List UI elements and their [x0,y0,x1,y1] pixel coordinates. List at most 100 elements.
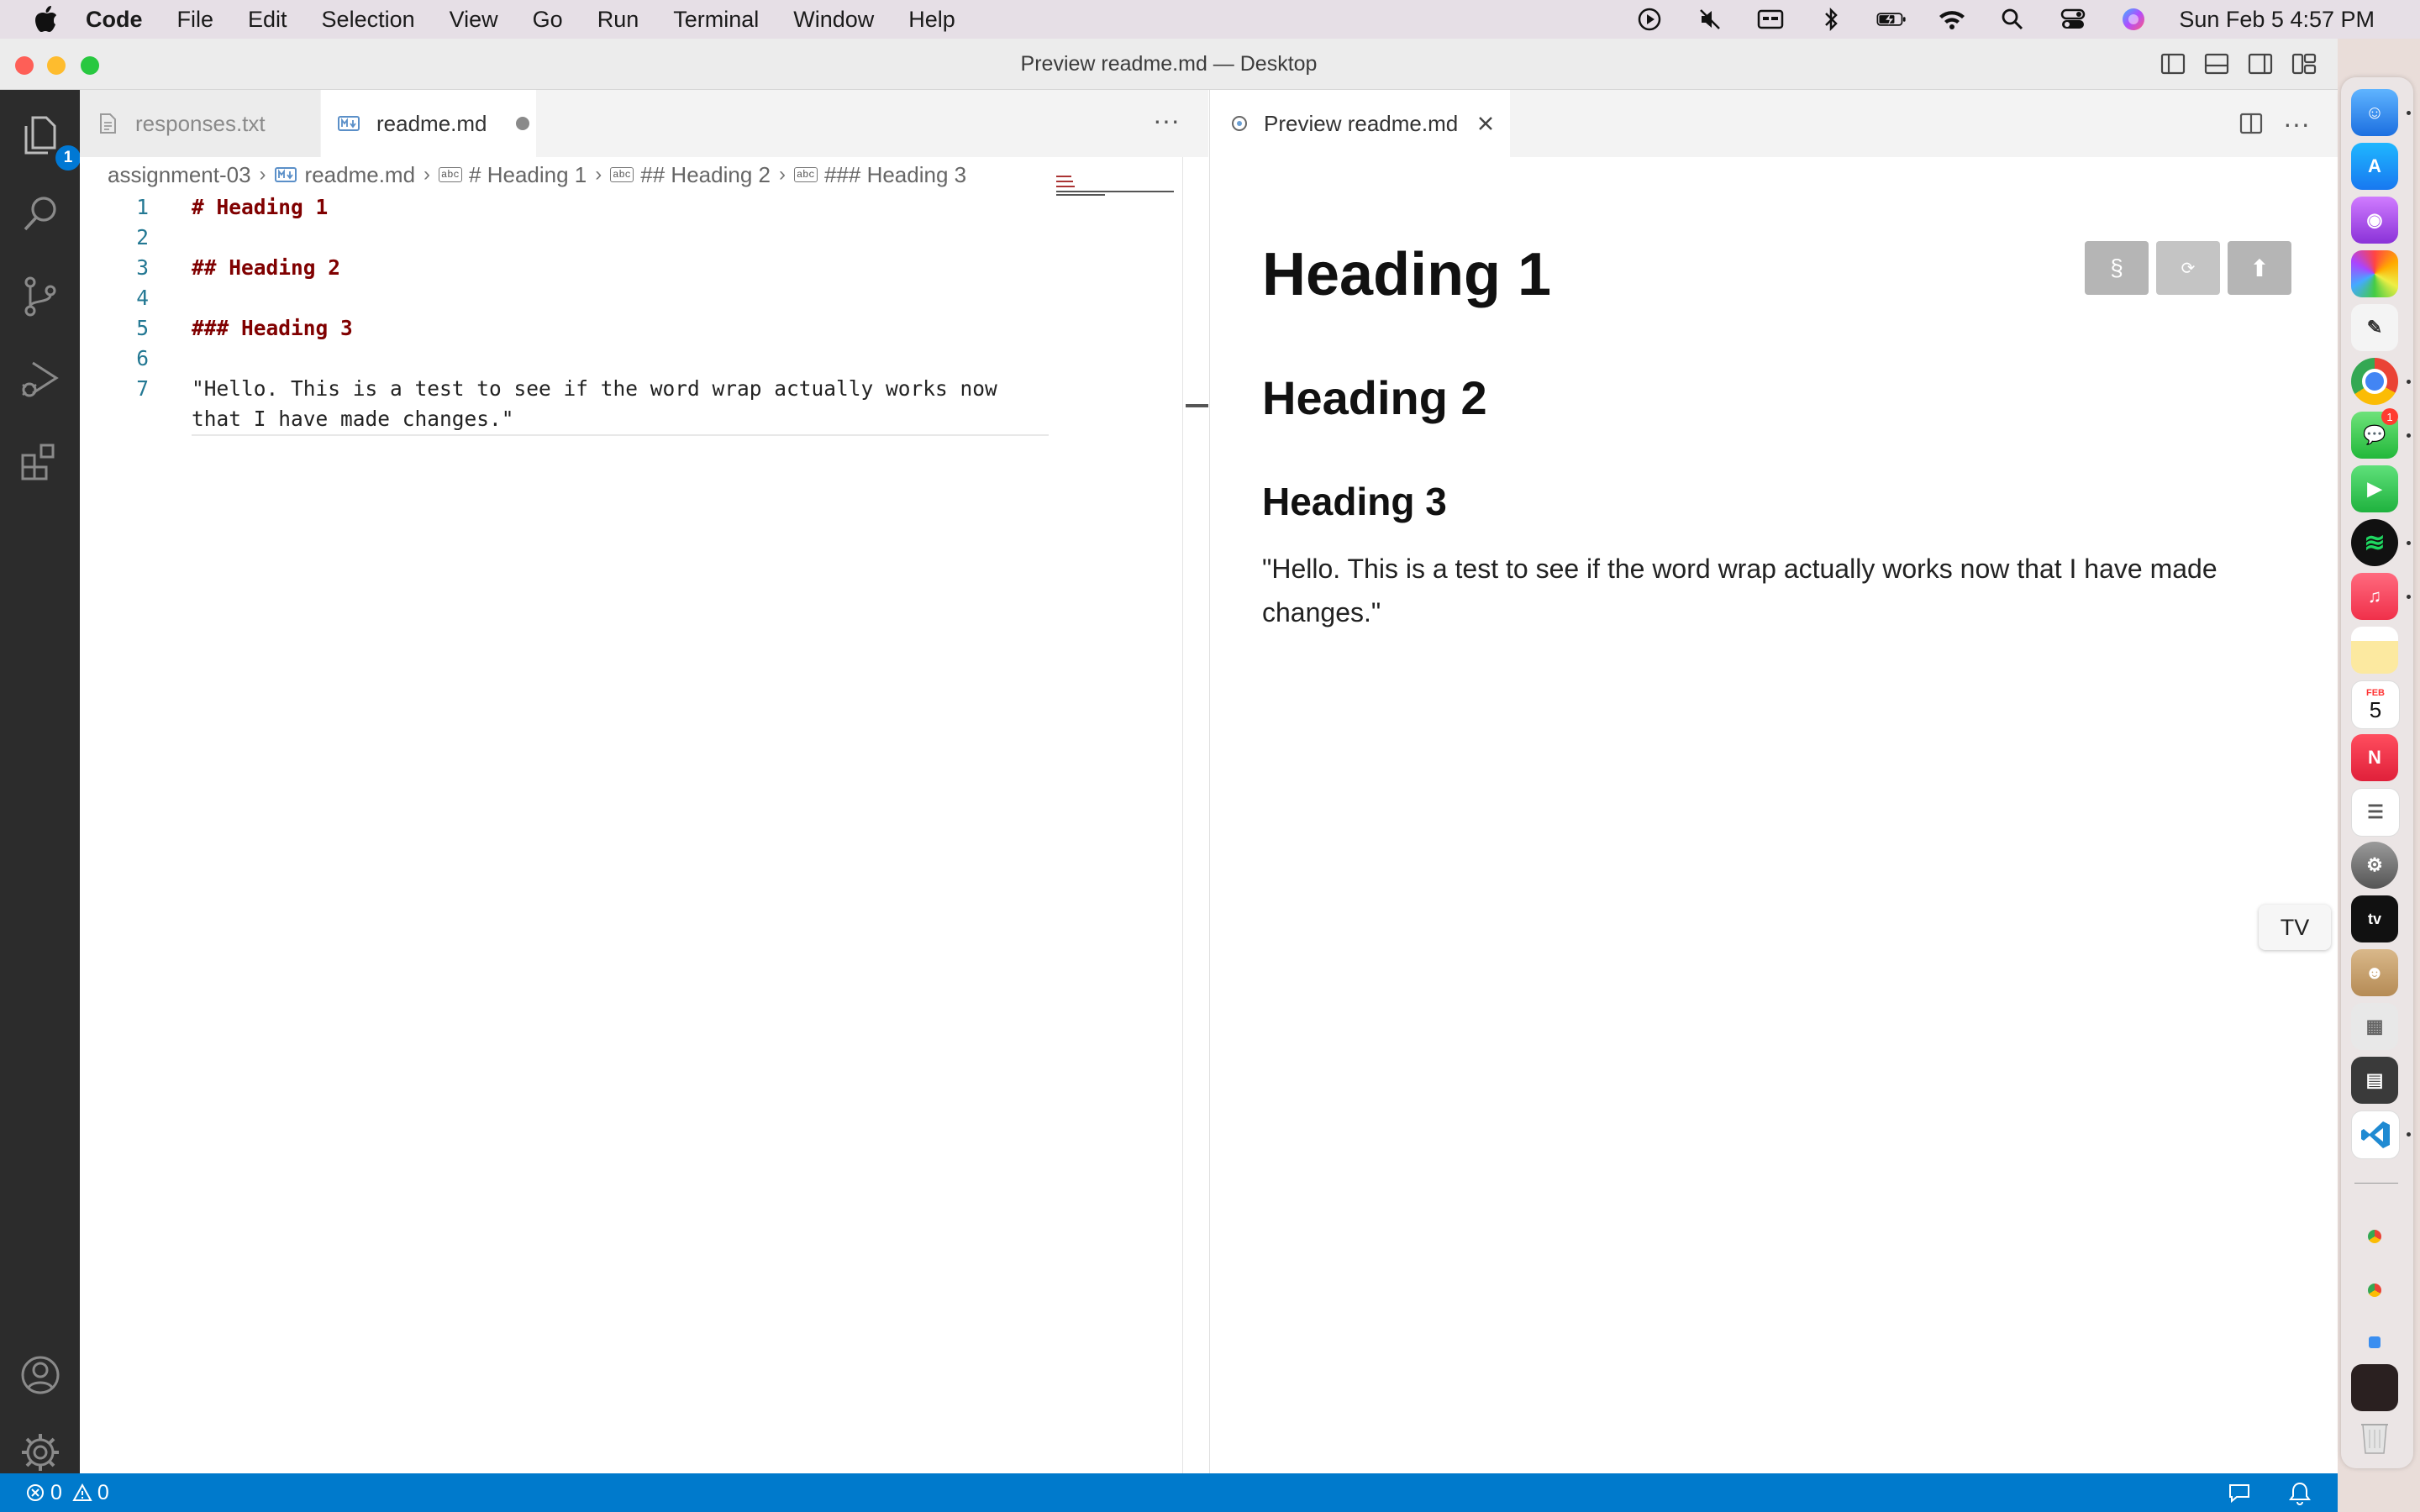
apple-tv-icon[interactable]: tv [2351,895,2398,942]
facetime-icon[interactable]: ▶ [2351,465,2398,512]
minimized-window-thumbnail-icon[interactable] [2351,1364,2398,1411]
feedback-icon[interactable] [2227,1480,2252,1505]
chrome-window-thumbnail-icon[interactable] [2351,1267,2398,1314]
launchpad-icon[interactable]: ▦ [2351,1003,2398,1050]
siri-icon[interactable] [2118,7,2149,32]
system-settings-icon[interactable]: ⚙ [2351,842,2398,889]
breadcrumb-folder[interactable]: assignment-03 [108,162,251,188]
tab-readme-md[interactable]: readme.md [321,90,536,157]
scrollbar-track[interactable] [1182,157,1183,1473]
breadcrumb-heading-3[interactable]: ### Heading 3 [824,162,966,188]
photos-icon[interactable] [2351,250,2398,297]
line-text: "Hello. This is a test to see if the wor… [192,376,997,401]
music-icon[interactable]: ♫ [2351,573,2398,620]
menu-bar-clock[interactable]: Sun Feb 5 4:57 PM [2179,7,2375,33]
finder-window-thumbnail-icon[interactable] [2351,1319,2398,1366]
editor-group-left: responses.txt readme.md ··· assignment-0… [80,90,1208,1473]
app-store-icon[interactable]: A [2351,143,2398,190]
line-number: 5 [136,316,149,340]
breadcrumb-heading-1[interactable]: # Heading 1 [469,162,587,188]
menu-window[interactable]: Window [793,7,874,33]
breadcrumb-heading-2[interactable]: ## Heading 2 [640,162,771,188]
window-maximize-button[interactable] [81,56,99,75]
textedit-icon[interactable]: ✎ [2351,304,2398,351]
search-icon[interactable] [17,191,64,238]
notes-icon[interactable] [2351,627,2398,674]
calendar-icon[interactable]: FEB 5 [2351,680,2400,729]
running-indicator [2407,1132,2411,1137]
control-center-icon[interactable] [2058,7,2088,32]
layout-controls [2143,50,2317,77]
minimap[interactable] [1056,174,1182,207]
markdown-preview: Heading 1 Heading 2 Heading 3 "Hello. Th… [1262,224,2296,634]
play-circle-icon[interactable] [1634,7,1665,32]
spotify-icon[interactable]: ≋ [2351,519,2398,566]
code-line-wrapped[interactable]: that I have made changes." [80,404,1181,436]
spotlight-search-icon[interactable] [1997,7,2028,32]
source-control-icon[interactable] [17,273,64,320]
line-text: # Heading 1 [192,195,329,219]
news-icon[interactable]: N [2351,734,2398,781]
contacts-icon[interactable]: ☻ [2351,949,2398,996]
preview-heading-3: Heading 3 [1262,480,1447,523]
menu-terminal[interactable]: Terminal [673,7,759,33]
scrollbar-cursor-marker [1186,404,1208,407]
run-and-debug-icon[interactable] [17,355,64,402]
extensions-icon[interactable] [17,438,64,485]
editor-tab-bar: responses.txt readme.md ··· [80,90,1208,157]
bluetooth-icon[interactable] [1816,7,1846,32]
code-editor[interactable]: 1 # Heading 1 2 3 ## Heading 2 4 5 ### H… [80,192,1181,1452]
podcasts-icon[interactable]: ◉ [2351,197,2398,244]
tab-preview-readme[interactable]: Preview readme.md [1210,90,1510,157]
code-line[interactable]: 3 ## Heading 2 [80,253,1181,283]
code-line[interactable]: 2 [80,223,1181,253]
settings-gear-icon[interactable] [17,1429,64,1476]
apple-menu-icon[interactable] [32,5,60,34]
problems-indicator[interactable]: 0 0 [25,1481,109,1505]
customize-layout-icon[interactable] [2291,50,2317,77]
string-symbol-icon: abc [793,165,818,184]
account-icon[interactable] [17,1352,64,1399]
menu-app-code[interactable]: Code [86,7,143,33]
menu-go[interactable]: Go [533,7,563,33]
code-line[interactable]: 5 ### Heading 3 [80,313,1181,344]
split-editor-icon[interactable] [2236,108,2266,139]
activity-bar: 1 [0,90,81,1476]
caption-icon[interactable] [1755,7,1786,32]
close-icon[interactable] [1475,113,1497,134]
more-actions-icon[interactable]: ··· [1151,107,1181,139]
finder-icon[interactable]: ☺ [2351,89,2398,136]
unsaved-changes-dot-icon[interactable] [515,117,529,130]
menu-run[interactable]: Run [597,7,639,33]
menu-view[interactable]: View [450,7,498,33]
wifi-icon[interactable] [1937,7,1967,32]
code-line[interactable]: 6 [80,344,1181,374]
code-line[interactable]: 4 [80,283,1181,313]
window-close-button[interactable] [15,56,34,75]
menu-file[interactable]: File [177,7,214,33]
menu-help[interactable]: Help [908,7,955,33]
running-indicator [2407,595,2411,599]
notifications-bell-icon[interactable] [2287,1480,2312,1505]
toggle-secondary-sidebar-icon[interactable] [2247,50,2274,77]
chrome-icon[interactable] [2351,358,2398,405]
toggle-panel-icon[interactable] [2203,50,2230,77]
mute-icon[interactable] [1695,7,1725,32]
chrome-window-thumbnail-icon[interactable] [2351,1213,2398,1260]
calculator-icon[interactable]: ▤ [2351,1057,2398,1104]
battery-icon[interactable] [1876,7,1907,32]
reminders-icon[interactable]: ☰ [2351,788,2400,837]
trash-icon[interactable] [2351,1413,2398,1460]
code-line[interactable]: 1 # Heading 1 [80,192,1181,223]
vscode-icon[interactable] [2351,1110,2400,1159]
code-line[interactable]: 7 "Hello. This is a test to see if the w… [80,374,1181,404]
toggle-primary-sidebar-icon[interactable] [2160,50,2186,77]
more-actions-icon[interactable]: ··· [2281,108,2312,139]
menu-edit[interactable]: Edit [248,7,287,33]
explorer-files-icon[interactable]: 1 [17,112,81,171]
window-minimize-button[interactable] [47,56,66,75]
breadcrumb-file[interactable]: readme.md [305,162,416,188]
menu-selection[interactable]: Selection [322,7,415,33]
line-number: 7 [136,376,149,401]
tab-responses-txt[interactable]: responses.txt [80,90,320,157]
